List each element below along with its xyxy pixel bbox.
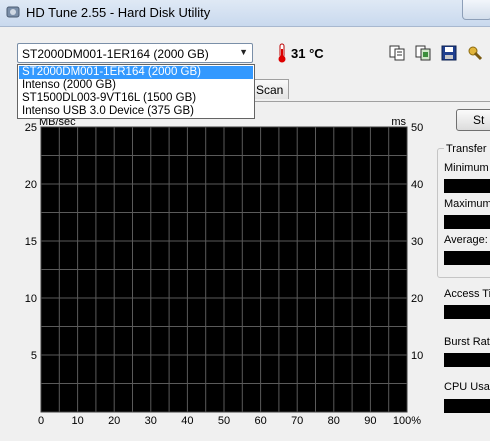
y-tick-label-right: 20 (411, 293, 423, 305)
x-tick-label: 70 (291, 415, 303, 427)
start-button-label: St (473, 113, 485, 127)
y-tick-label-left: 25 (25, 122, 37, 134)
x-tick-label: 50 (218, 415, 230, 427)
maximum-label: Maximum (444, 198, 490, 210)
access-time-label: Access Ti (444, 288, 490, 300)
y-tick-label-right: 10 (411, 350, 423, 362)
maximum-value (444, 215, 490, 229)
y-tick-label-left: 10 (25, 293, 37, 305)
x-tick-label: 80 (328, 415, 340, 427)
minimum-label: Minimum (444, 162, 489, 174)
minimum-value (444, 179, 490, 193)
average-value (444, 251, 490, 265)
start-button[interactable]: St (456, 109, 490, 131)
cpu-usage-label: CPU Usag (444, 381, 490, 393)
x-tick-label: 60 (254, 415, 266, 427)
y-tick-label-right: 50 (411, 122, 423, 134)
x-tick-label: 10 (71, 415, 83, 427)
cpu-usage-value (444, 399, 490, 413)
x-tick-label: 90 (364, 415, 376, 427)
x-tick-label: 20 (108, 415, 120, 427)
drive-dropdown-list[interactable]: ST2000DM001-1ER164 (2000 GB) Intenso (20… (17, 64, 255, 119)
x-tick-label: 30 (145, 415, 157, 427)
y-axis-label-right: ms (391, 116, 406, 128)
x-tick-label: 40 (181, 415, 193, 427)
drive-option[interactable]: ST2000DM001-1ER164 (2000 GB) (19, 66, 253, 79)
x-tick-label: 100% (393, 415, 421, 427)
y-tick-label-left: 20 (25, 179, 37, 191)
burst-rate-value (444, 353, 490, 367)
x-tick-label: 0 (38, 415, 44, 427)
drive-option[interactable]: ST1500DL003-9VT16L (1500 GB) (19, 92, 253, 105)
transfer-rate-title: Transfer R (444, 143, 490, 155)
drive-option[interactable]: Intenso USB 3.0 Device (375 GB) (19, 105, 253, 118)
average-label: Average: (444, 234, 488, 246)
access-time-value (444, 305, 490, 319)
y-tick-label-right: 40 (411, 179, 423, 191)
y-tick-label-left: 5 (31, 350, 37, 362)
drive-option[interactable]: Intenso (2000 GB) (19, 79, 253, 92)
y-tick-label-left: 15 (25, 236, 37, 248)
burst-rate-label: Burst Rate (444, 336, 490, 348)
y-tick-label-right: 30 (411, 236, 423, 248)
